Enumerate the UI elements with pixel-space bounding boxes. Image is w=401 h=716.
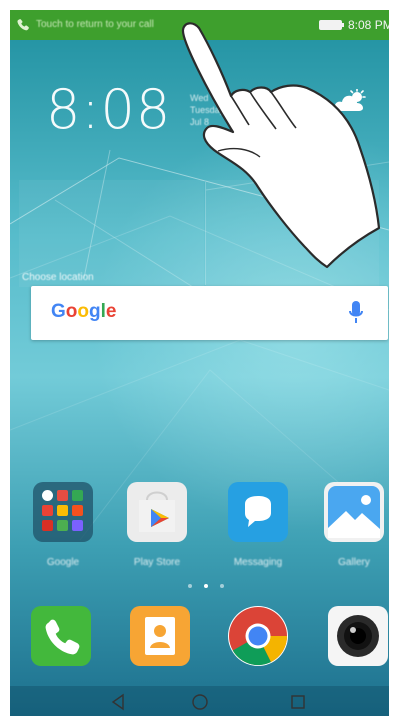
contacts-glyph [145, 617, 175, 655]
home-icon[interactable] [190, 692, 210, 712]
battery-icon [319, 20, 344, 30]
partly-cloudy-icon [334, 89, 366, 111]
back-icon[interactable] [108, 692, 128, 712]
gallery-glyph [328, 486, 380, 538]
clock-date: Wed Tuesday Jul 8 [190, 92, 224, 128]
chrome-glyph [229, 607, 288, 666]
status-time: 8:08 PM [348, 18, 389, 32]
app-label-gallery: Gallery [338, 557, 370, 568]
page-dot-active[interactable] [204, 584, 208, 588]
clock-widget[interactable]: 8:08 Wed Tuesday Jul 8 Choose location [10, 40, 389, 287]
clock-date-line: Jul 8 [190, 117, 210, 127]
gallery-icon [324, 482, 384, 542]
phone-call-glyph [45, 619, 80, 655]
phone-icon [17, 19, 29, 31]
widget-divider [205, 182, 206, 285]
widget-panel-right [206, 180, 379, 287]
clock-date-line: Tuesday [190, 105, 225, 115]
google-logo: Google [51, 301, 117, 322]
app-label-google: Google [46, 557, 80, 568]
play-store-glyph [139, 491, 175, 532]
phone-screen: Touch to return to your call 8:08 PM 8:0… [10, 10, 389, 716]
messaging-app[interactable]: Messaging [222, 482, 294, 578]
phone-call-icon[interactable] [31, 606, 91, 666]
widget-panel-left [19, 180, 204, 287]
status-bar[interactable]: Touch to return to your call 8:08 PM [10, 10, 389, 40]
app-label-messaging: Messaging [233, 557, 283, 568]
recents-icon[interactable] [288, 692, 308, 712]
message-icon [228, 482, 288, 542]
page-dot[interactable] [220, 584, 224, 588]
gallery-app[interactable]: Gallery [318, 482, 389, 578]
app-label-play-store: Play Store [133, 557, 181, 568]
folder-mini-grid [42, 490, 84, 532]
play-store-app[interactable]: Play Store [121, 482, 193, 578]
google-search-bar[interactable]: Google [31, 286, 388, 340]
clock-date-line: Wed [190, 93, 209, 103]
page-dot[interactable] [188, 584, 192, 588]
play-store-icon [127, 482, 187, 542]
message-glyph [245, 496, 271, 527]
navigation-bar [10, 686, 389, 716]
google-folder[interactable]: Google [27, 482, 99, 578]
app-row: Google Play Store Messaging Gallery [10, 482, 389, 578]
dock [10, 606, 389, 678]
widget-location: Choose location [22, 272, 94, 283]
camera-glyph [337, 615, 379, 657]
contacts-icon[interactable] [130, 606, 190, 666]
microphone-icon[interactable] [347, 299, 365, 327]
clock-time: 8:08 [46, 78, 172, 141]
camera-icon[interactable] [328, 606, 388, 666]
chrome-icon[interactable] [228, 606, 288, 666]
page-indicator [183, 583, 229, 589]
google-folder-icon [33, 482, 93, 542]
status-notification-text: Touch to return to your call [36, 19, 154, 30]
